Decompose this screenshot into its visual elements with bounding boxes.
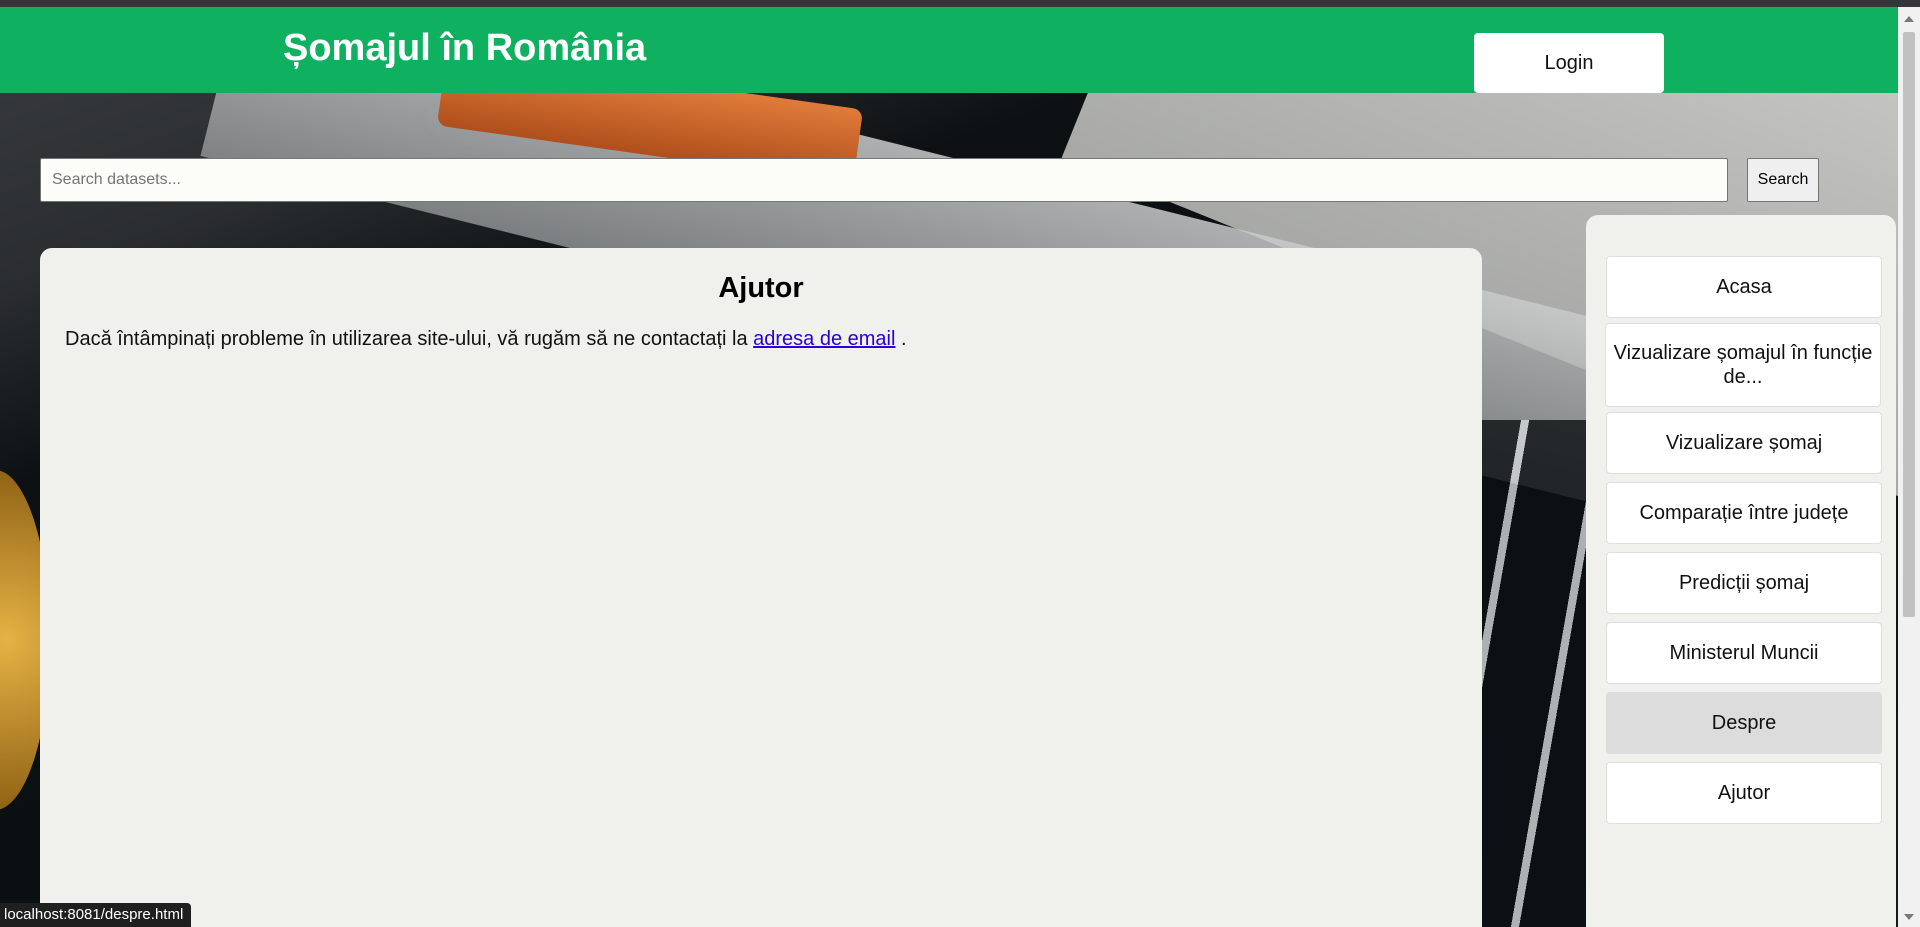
browser-top-strip: [0, 0, 1920, 7]
main-content-panel: Ajutor Dacă întâmpinați probleme în util…: [40, 248, 1482, 927]
sidebar-item-comparatie[interactable]: Comparație între județe: [1606, 482, 1882, 544]
sidebar-item-despre[interactable]: Despre: [1606, 692, 1882, 754]
scroll-up-arrow-icon[interactable]: [1904, 16, 1914, 22]
help-text-intro: Dacă întâmpinați probleme în utilizarea …: [65, 328, 754, 350]
sidebar-nav: Acasa Vizualizare șomajul în funcție de.…: [1586, 215, 1896, 927]
sidebar-item-vizualizare-somaj[interactable]: Vizualizare șomaj: [1606, 412, 1882, 474]
scrollbar-thumb[interactable]: [1903, 32, 1915, 617]
login-button[interactable]: Login: [1474, 33, 1664, 93]
sidebar-item-ajutor[interactable]: Ajutor: [1606, 762, 1882, 824]
sidebar-item-predictii[interactable]: Predicții șomaj: [1606, 552, 1882, 614]
site-header: Șomajul în România Login: [0, 7, 1898, 93]
scroll-down-arrow-icon[interactable]: [1904, 914, 1914, 920]
search-input[interactable]: [40, 158, 1728, 202]
help-text-end: .: [895, 328, 907, 350]
email-link[interactable]: adresa de email: [753, 328, 895, 350]
page-scrollbar[interactable]: [1898, 7, 1920, 927]
link-status-bar: localhost:8081/despre.html: [0, 903, 192, 927]
sidebar-item-acasa[interactable]: Acasa: [1606, 256, 1882, 318]
search-button[interactable]: Search: [1747, 158, 1819, 202]
sidebar-item-vizualizare-in-functie[interactable]: Vizualizare șomajul în funcție de...: [1605, 323, 1881, 407]
page-title: Ajutor: [718, 272, 804, 304]
help-text: Dacă întâmpinați probleme în utilizarea …: [65, 328, 907, 351]
sidebar-item-ministerul-muncii[interactable]: Ministerul Muncii: [1606, 622, 1882, 684]
site-title: Șomajul în România: [283, 27, 647, 69]
